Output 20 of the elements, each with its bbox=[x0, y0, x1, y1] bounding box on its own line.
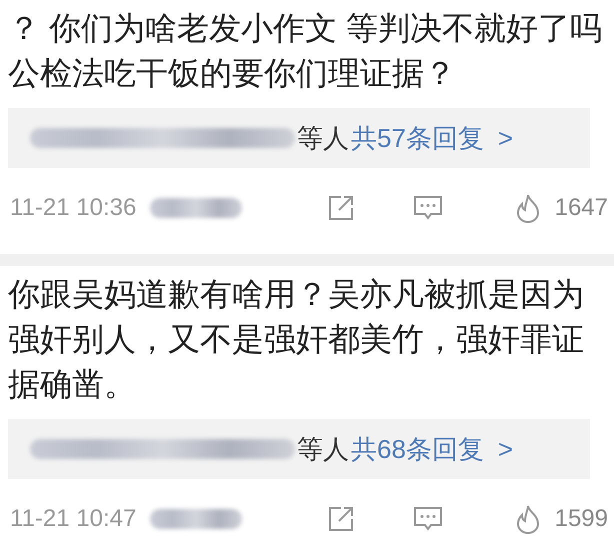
replies-bar[interactable]: 等人共57条回复 > bbox=[8, 108, 590, 168]
share-icon[interactable] bbox=[326, 194, 355, 222]
chevron-icon[interactable]: > bbox=[498, 122, 514, 154]
flame-icon[interactable] bbox=[514, 504, 541, 534]
flame-icon[interactable] bbox=[514, 193, 541, 223]
replies-link[interactable]: 共57条回复 bbox=[351, 120, 484, 156]
replies-link[interactable]: 共68条回复 bbox=[351, 432, 484, 466]
share-icon[interactable] bbox=[326, 505, 355, 533]
comment-text: 你跟吴妈道歉有啥用？吴亦凡被抓是因为强奸别人，又不是强奸都美竹，强奸罪证据确凿。 bbox=[7, 275, 585, 404]
chevron-icon[interactable]: > bbox=[498, 434, 514, 464]
comment-icon[interactable] bbox=[412, 194, 443, 222]
like-count: 1599 bbox=[554, 505, 608, 533]
reply-names-suffix: 等人 bbox=[297, 432, 349, 466]
comment-text: ？ 你们为啥老发小作文 等判决不就好了吗公检法吃干饭的要你们理证据？ bbox=[7, 9, 603, 93]
comment-time: 11-21 10:47 bbox=[10, 505, 136, 533]
like-count: 1647 bbox=[554, 194, 608, 222]
comment-icon[interactable] bbox=[412, 505, 443, 533]
reply-names-suffix: 等人 bbox=[297, 122, 349, 154]
replies-bar[interactable]: 等人共68条回复 > bbox=[8, 419, 590, 479]
comment-time: 11-21 10:36 bbox=[10, 194, 136, 222]
